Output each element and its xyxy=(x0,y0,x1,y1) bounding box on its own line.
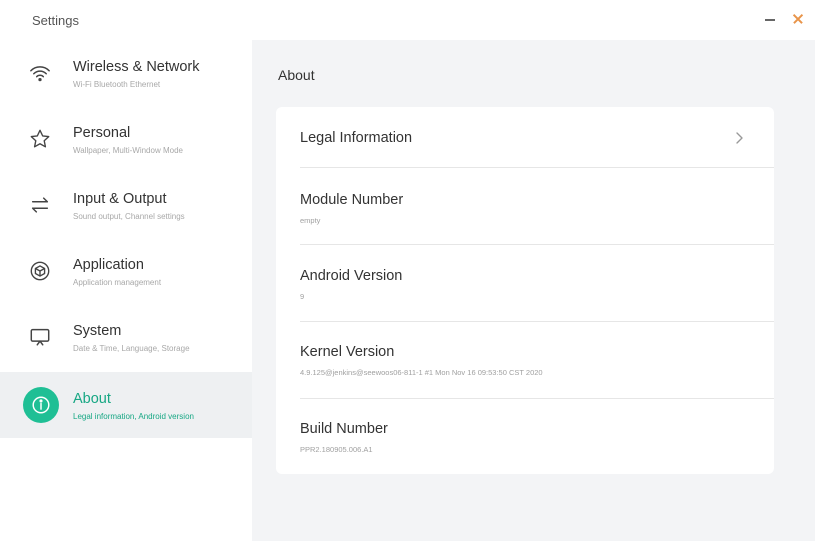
info-icon xyxy=(23,387,59,423)
window-controls xyxy=(763,12,805,26)
about-card: Legal Information Module Number empty An… xyxy=(276,107,774,474)
sidebar-item-input-output[interactable]: Input & Output Sound output, Channel set… xyxy=(0,172,252,238)
cube-icon xyxy=(23,254,57,288)
sidebar-item-about[interactable]: About Legal information, Android version xyxy=(0,372,252,438)
sidebar-item-label: System xyxy=(73,323,122,339)
sidebar-item-subtitle: Legal information, Android version xyxy=(73,412,194,421)
main-content: About Legal Information Module Number em… xyxy=(252,40,815,541)
row-title: Module Number xyxy=(300,192,404,208)
sidebar-item-application[interactable]: Application Application management xyxy=(0,238,252,304)
sidebar-item-subtitle: Sound output, Channel settings xyxy=(73,212,185,221)
sidebar-item-label: About xyxy=(73,391,111,407)
row-value: empty xyxy=(300,216,321,225)
sidebar-item-label: Personal xyxy=(73,125,131,141)
row-title: Legal Information xyxy=(300,130,413,146)
build-number-row: Build Number PPR2.180905.006.A1 xyxy=(276,399,774,474)
title-bar: Settings xyxy=(0,0,815,40)
row-value: PPR2.180905.006.A1 xyxy=(300,445,373,454)
chevron-right-icon xyxy=(736,132,743,144)
sidebar: Wireless & Network Wi-Fi Bluetooth Ether… xyxy=(0,40,252,541)
close-icon[interactable] xyxy=(791,12,805,26)
sidebar-item-wireless-network[interactable]: Wireless & Network Wi-Fi Bluetooth Ether… xyxy=(0,40,252,106)
sidebar-item-subtitle: Date & Time, Language, Storage xyxy=(73,344,190,353)
page-title: About xyxy=(278,67,315,83)
legal-information-row[interactable]: Legal Information xyxy=(276,107,774,167)
app-title: Settings xyxy=(32,13,79,28)
sidebar-item-subtitle: Wallpaper, Multi-Window Mode xyxy=(73,146,183,155)
row-title: Android Version xyxy=(300,268,403,284)
sidebar-item-subtitle: Application management xyxy=(73,278,162,287)
sidebar-item-system[interactable]: System Date & Time, Language, Storage xyxy=(0,304,252,370)
sidebar-item-label: Application xyxy=(73,257,144,273)
monitor-icon xyxy=(23,320,57,354)
kernel-version-row: Kernel Version 4.9.125@jenkins@seewoos06… xyxy=(276,322,774,398)
row-title: Build Number xyxy=(300,421,388,437)
minimize-icon[interactable] xyxy=(763,12,777,26)
row-value: 9 xyxy=(300,292,305,301)
row-title: Kernel Version xyxy=(300,344,395,360)
android-version-row: Android Version 9 xyxy=(276,245,774,321)
module-number-row: Module Number empty xyxy=(276,168,774,244)
sidebar-item-subtitle: Wi-Fi Bluetooth Ethernet xyxy=(73,80,161,89)
row-value: 4.9.125@jenkins@seewoos06-811-1 #1 Mon N… xyxy=(300,368,543,377)
swap-arrows-icon xyxy=(23,188,57,222)
wifi-icon xyxy=(23,56,57,90)
sidebar-item-label: Input & Output xyxy=(73,191,167,207)
star-icon xyxy=(23,122,57,156)
sidebar-item-label: Wireless & Network xyxy=(73,59,200,75)
sidebar-item-personal[interactable]: Personal Wallpaper, Multi-Window Mode xyxy=(0,106,252,172)
